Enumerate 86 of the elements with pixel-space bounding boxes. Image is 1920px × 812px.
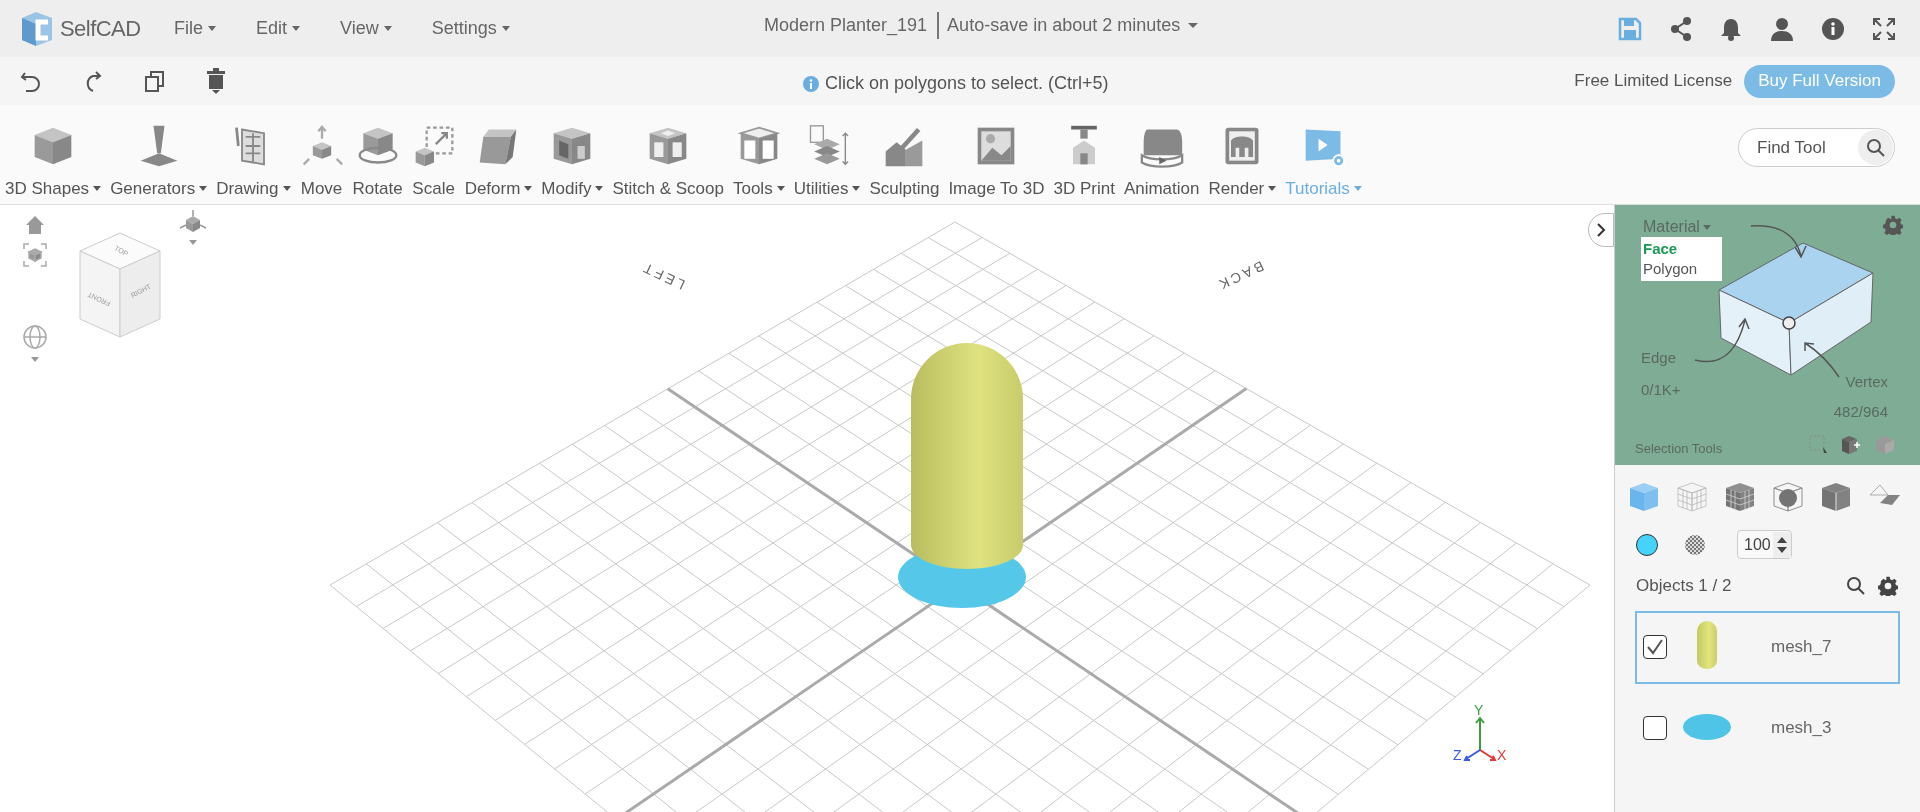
caret-icon xyxy=(208,26,216,31)
axis-letter: Y xyxy=(1474,705,1484,718)
caret-icon xyxy=(1353,185,1362,191)
tool-button[interactable]: Drawing xyxy=(215,123,292,201)
vertex-label: Vertex xyxy=(1845,372,1888,392)
tool-button[interactable]: Tools xyxy=(731,123,786,201)
tool-button[interactable]: Image To 3D xyxy=(947,123,1046,201)
caret-icon xyxy=(93,185,102,191)
object-row[interactable]: mesh_7 xyxy=(1635,610,1900,684)
display-mode-icon[interactable] xyxy=(1819,481,1853,513)
y-axis-arrow xyxy=(1475,716,1485,751)
opacity-field[interactable]: 100 xyxy=(1737,530,1792,559)
panel-title: Selection Tools xyxy=(1635,440,1723,458)
tool-button[interactable]: Rotate xyxy=(351,123,404,201)
z-axis-arrow xyxy=(1463,749,1481,761)
tool-button[interactable]: 3D Print xyxy=(1052,123,1116,201)
arrow xyxy=(1750,225,1807,258)
checkbox[interactable] xyxy=(1643,716,1667,740)
frame-object-icon[interactable] xyxy=(23,243,47,267)
vertex-count: 482/964 xyxy=(1833,402,1888,422)
caret-icon xyxy=(1702,224,1711,230)
checkbox[interactable] xyxy=(1643,635,1667,659)
document-title[interactable]: Modern Planter_191 xyxy=(764,12,940,39)
menu-item[interactable]: View xyxy=(340,15,392,42)
tool-button[interactable]: Animation xyxy=(1122,123,1201,201)
caret-icon xyxy=(776,185,785,191)
selection-mode-option[interactable]: Polygon xyxy=(1643,259,1720,279)
caret-icon xyxy=(282,185,291,191)
user-icon[interactable] xyxy=(1770,16,1794,41)
cube-select-icon[interactable] xyxy=(1841,435,1861,455)
menu-item[interactable]: Edit xyxy=(256,15,301,42)
hint-text: Click on polygons to select. (Ctrl+5) xyxy=(825,72,1109,95)
tool-button[interactable]: Generators xyxy=(109,123,209,201)
undo-icon[interactable] xyxy=(20,70,42,92)
fullscreen-icon[interactable] xyxy=(1872,16,1896,41)
collapse-panel-button[interactable] xyxy=(1588,213,1614,247)
caret-icon xyxy=(852,185,861,191)
autosave-dropdown[interactable]: Auto-save in about 2 minutes xyxy=(939,12,1199,39)
caret-icon xyxy=(1188,23,1199,28)
caret-icon xyxy=(292,26,301,31)
caret-icon xyxy=(595,185,604,191)
tool-button[interactable]: Render xyxy=(1207,123,1278,201)
tool-button[interactable]: Utilities xyxy=(792,123,862,201)
settings-icon[interactable] xyxy=(1878,575,1898,596)
spinner-icon[interactable] xyxy=(1772,531,1791,558)
search-icon[interactable] xyxy=(1846,575,1866,596)
info-icon xyxy=(803,75,819,92)
share-icon[interactable] xyxy=(1670,16,1692,41)
trash-icon[interactable] xyxy=(206,68,226,94)
chevron-right-icon xyxy=(1596,223,1606,237)
menu-item[interactable]: Settings xyxy=(431,15,510,42)
tool-button[interactable]: Deform xyxy=(463,123,534,201)
tool-button[interactable]: 3D Shapes xyxy=(4,123,103,201)
objects-count: Objects 1 / 2 xyxy=(1636,575,1732,597)
texture-sphere-icon[interactable] xyxy=(1684,533,1706,556)
logo-text: SelfCAD xyxy=(60,15,141,43)
caret-icon xyxy=(524,185,533,191)
home-icon[interactable] xyxy=(25,215,45,235)
object-name: mesh_3 xyxy=(1771,717,1832,740)
edge-count: 0/1K+ xyxy=(1641,380,1681,400)
axis-letter: Z xyxy=(1453,747,1462,763)
caret-icon xyxy=(383,26,392,31)
tool-button[interactable]: Stitch & Scoop xyxy=(611,123,725,201)
display-mode-icon[interactable] xyxy=(1723,481,1757,513)
bell-icon[interactable] xyxy=(1720,16,1742,41)
license-label: Free Limited License xyxy=(1574,70,1733,93)
tool-button[interactable]: Scale xyxy=(410,123,457,201)
caret-icon xyxy=(501,26,510,31)
edge-label: Edge xyxy=(1641,348,1677,368)
object-name: mesh_7 xyxy=(1771,636,1832,659)
caret-icon xyxy=(1268,185,1277,191)
info-icon[interactable] xyxy=(1822,17,1844,40)
x-axis-arrow xyxy=(1479,749,1497,761)
menu-item[interactable]: File xyxy=(174,15,216,42)
axis-letter: X xyxy=(1497,747,1507,763)
display-mode-icon[interactable] xyxy=(1771,481,1805,513)
selection-mode-option[interactable]: Face xyxy=(1643,239,1720,259)
caret-icon xyxy=(199,185,208,191)
tool-button[interactable]: Move xyxy=(298,123,345,201)
arrow xyxy=(1804,342,1840,378)
tool-button[interactable]: Modify xyxy=(540,123,605,201)
tool-button[interactable]: Sculpting xyxy=(868,123,941,201)
arrow xyxy=(1694,318,1750,363)
object-row[interactable]: mesh_3 xyxy=(1635,691,1900,765)
copy-icon[interactable] xyxy=(144,70,166,92)
color-swatch[interactable] xyxy=(1636,533,1658,556)
